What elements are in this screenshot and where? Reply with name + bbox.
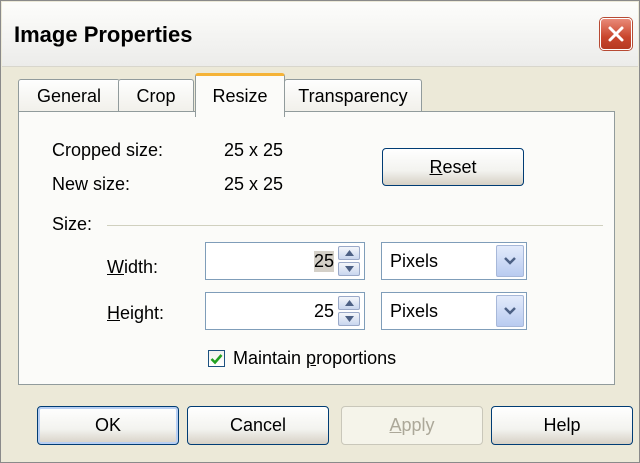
height-unit-dropdown-button[interactable]	[496, 295, 524, 327]
width-label-text: idth:	[124, 257, 159, 277]
height-input[interactable]: 25	[314, 301, 334, 322]
close-button[interactable]	[600, 18, 632, 50]
height-spinbox[interactable]: 25	[205, 292, 365, 330]
size-group-divider	[107, 225, 603, 226]
tab-crop[interactable]: Crop	[118, 79, 194, 112]
height-unit-select[interactable]: Pixels	[381, 292, 527, 330]
cropped-size-label: Cropped size:	[52, 140, 164, 160]
image-properties-dialog: Image Properties General Crop Resize Tra…	[0, 0, 640, 463]
arrow-up-icon	[344, 250, 354, 256]
cancel-label: Cancel	[229, 415, 287, 435]
height-label: Height:	[107, 303, 164, 324]
help-button[interactable]: Help	[491, 406, 633, 445]
checkmark-icon	[210, 353, 223, 364]
height-accel-key: H	[107, 303, 120, 323]
maintain-proportions-label[interactable]: Maintain proportions	[233, 348, 396, 369]
tab-strip: General Crop Resize Transparency	[18, 73, 618, 117]
tab-resize[interactable]: Resize	[195, 73, 285, 117]
arrow-down-icon	[344, 266, 354, 272]
height-increment-button[interactable]	[338, 296, 360, 310]
arrow-up-icon	[344, 300, 354, 306]
height-unit-value: Pixels	[390, 301, 439, 321]
new-size-label: New size:	[52, 174, 131, 194]
width-unit-value: Pixels	[390, 251, 439, 271]
width-increment-button[interactable]	[338, 246, 360, 260]
reset-label: eset	[442, 156, 477, 177]
tab-crop-label: Crop	[136, 85, 176, 106]
title-bar[interactable]: Image Properties	[2, 2, 638, 67]
height-stepper[interactable]	[338, 296, 360, 326]
apply-label: pply	[401, 415, 435, 435]
chevron-down-icon	[504, 307, 516, 315]
chevron-down-icon	[504, 257, 516, 265]
reset-button[interactable]: Reset	[382, 148, 524, 186]
size-group-label: Size:	[52, 214, 93, 234]
tab-general[interactable]: General	[18, 79, 120, 112]
maintain-proportions-checkbox[interactable]	[208, 350, 225, 367]
reset-accel-key: R	[429, 156, 443, 177]
resize-tab-panel: Cropped size: 25 x 25 New size: 25 x 25 …	[18, 111, 615, 385]
close-icon	[608, 26, 624, 42]
tab-general-label: General	[36, 85, 102, 106]
cropped-size-value: 25 x 25	[224, 140, 284, 160]
ok-label: OK	[94, 415, 121, 435]
maintain-accel-key: p	[306, 348, 317, 368]
width-input[interactable]: 25	[313, 251, 334, 272]
width-spinbox[interactable]: 25	[205, 242, 365, 280]
apply-accel-key: A	[389, 415, 402, 435]
width-label: Width:	[107, 257, 158, 278]
height-decrement-button[interactable]	[338, 312, 360, 326]
tab-transparency-label: Transparency	[298, 85, 408, 106]
apply-button[interactable]: Apply	[341, 406, 483, 445]
width-unit-dropdown-button[interactable]	[496, 245, 524, 277]
arrow-down-icon	[344, 316, 354, 322]
height-label-text: eight:	[120, 303, 165, 323]
dialog-title: Image Properties	[14, 22, 193, 47]
width-decrement-button[interactable]	[338, 262, 360, 276]
tab-transparency[interactable]: Transparency	[284, 79, 422, 112]
help-label: Help	[543, 415, 581, 435]
cancel-button[interactable]: Cancel	[187, 406, 329, 445]
width-accel-key: W	[107, 257, 124, 277]
tab-resize-label: Resize	[212, 86, 268, 106]
width-stepper[interactable]	[338, 246, 360, 276]
new-size-value: 25 x 25	[224, 174, 284, 194]
width-unit-select[interactable]: Pixels	[381, 242, 527, 280]
ok-button[interactable]: OK	[37, 406, 179, 445]
